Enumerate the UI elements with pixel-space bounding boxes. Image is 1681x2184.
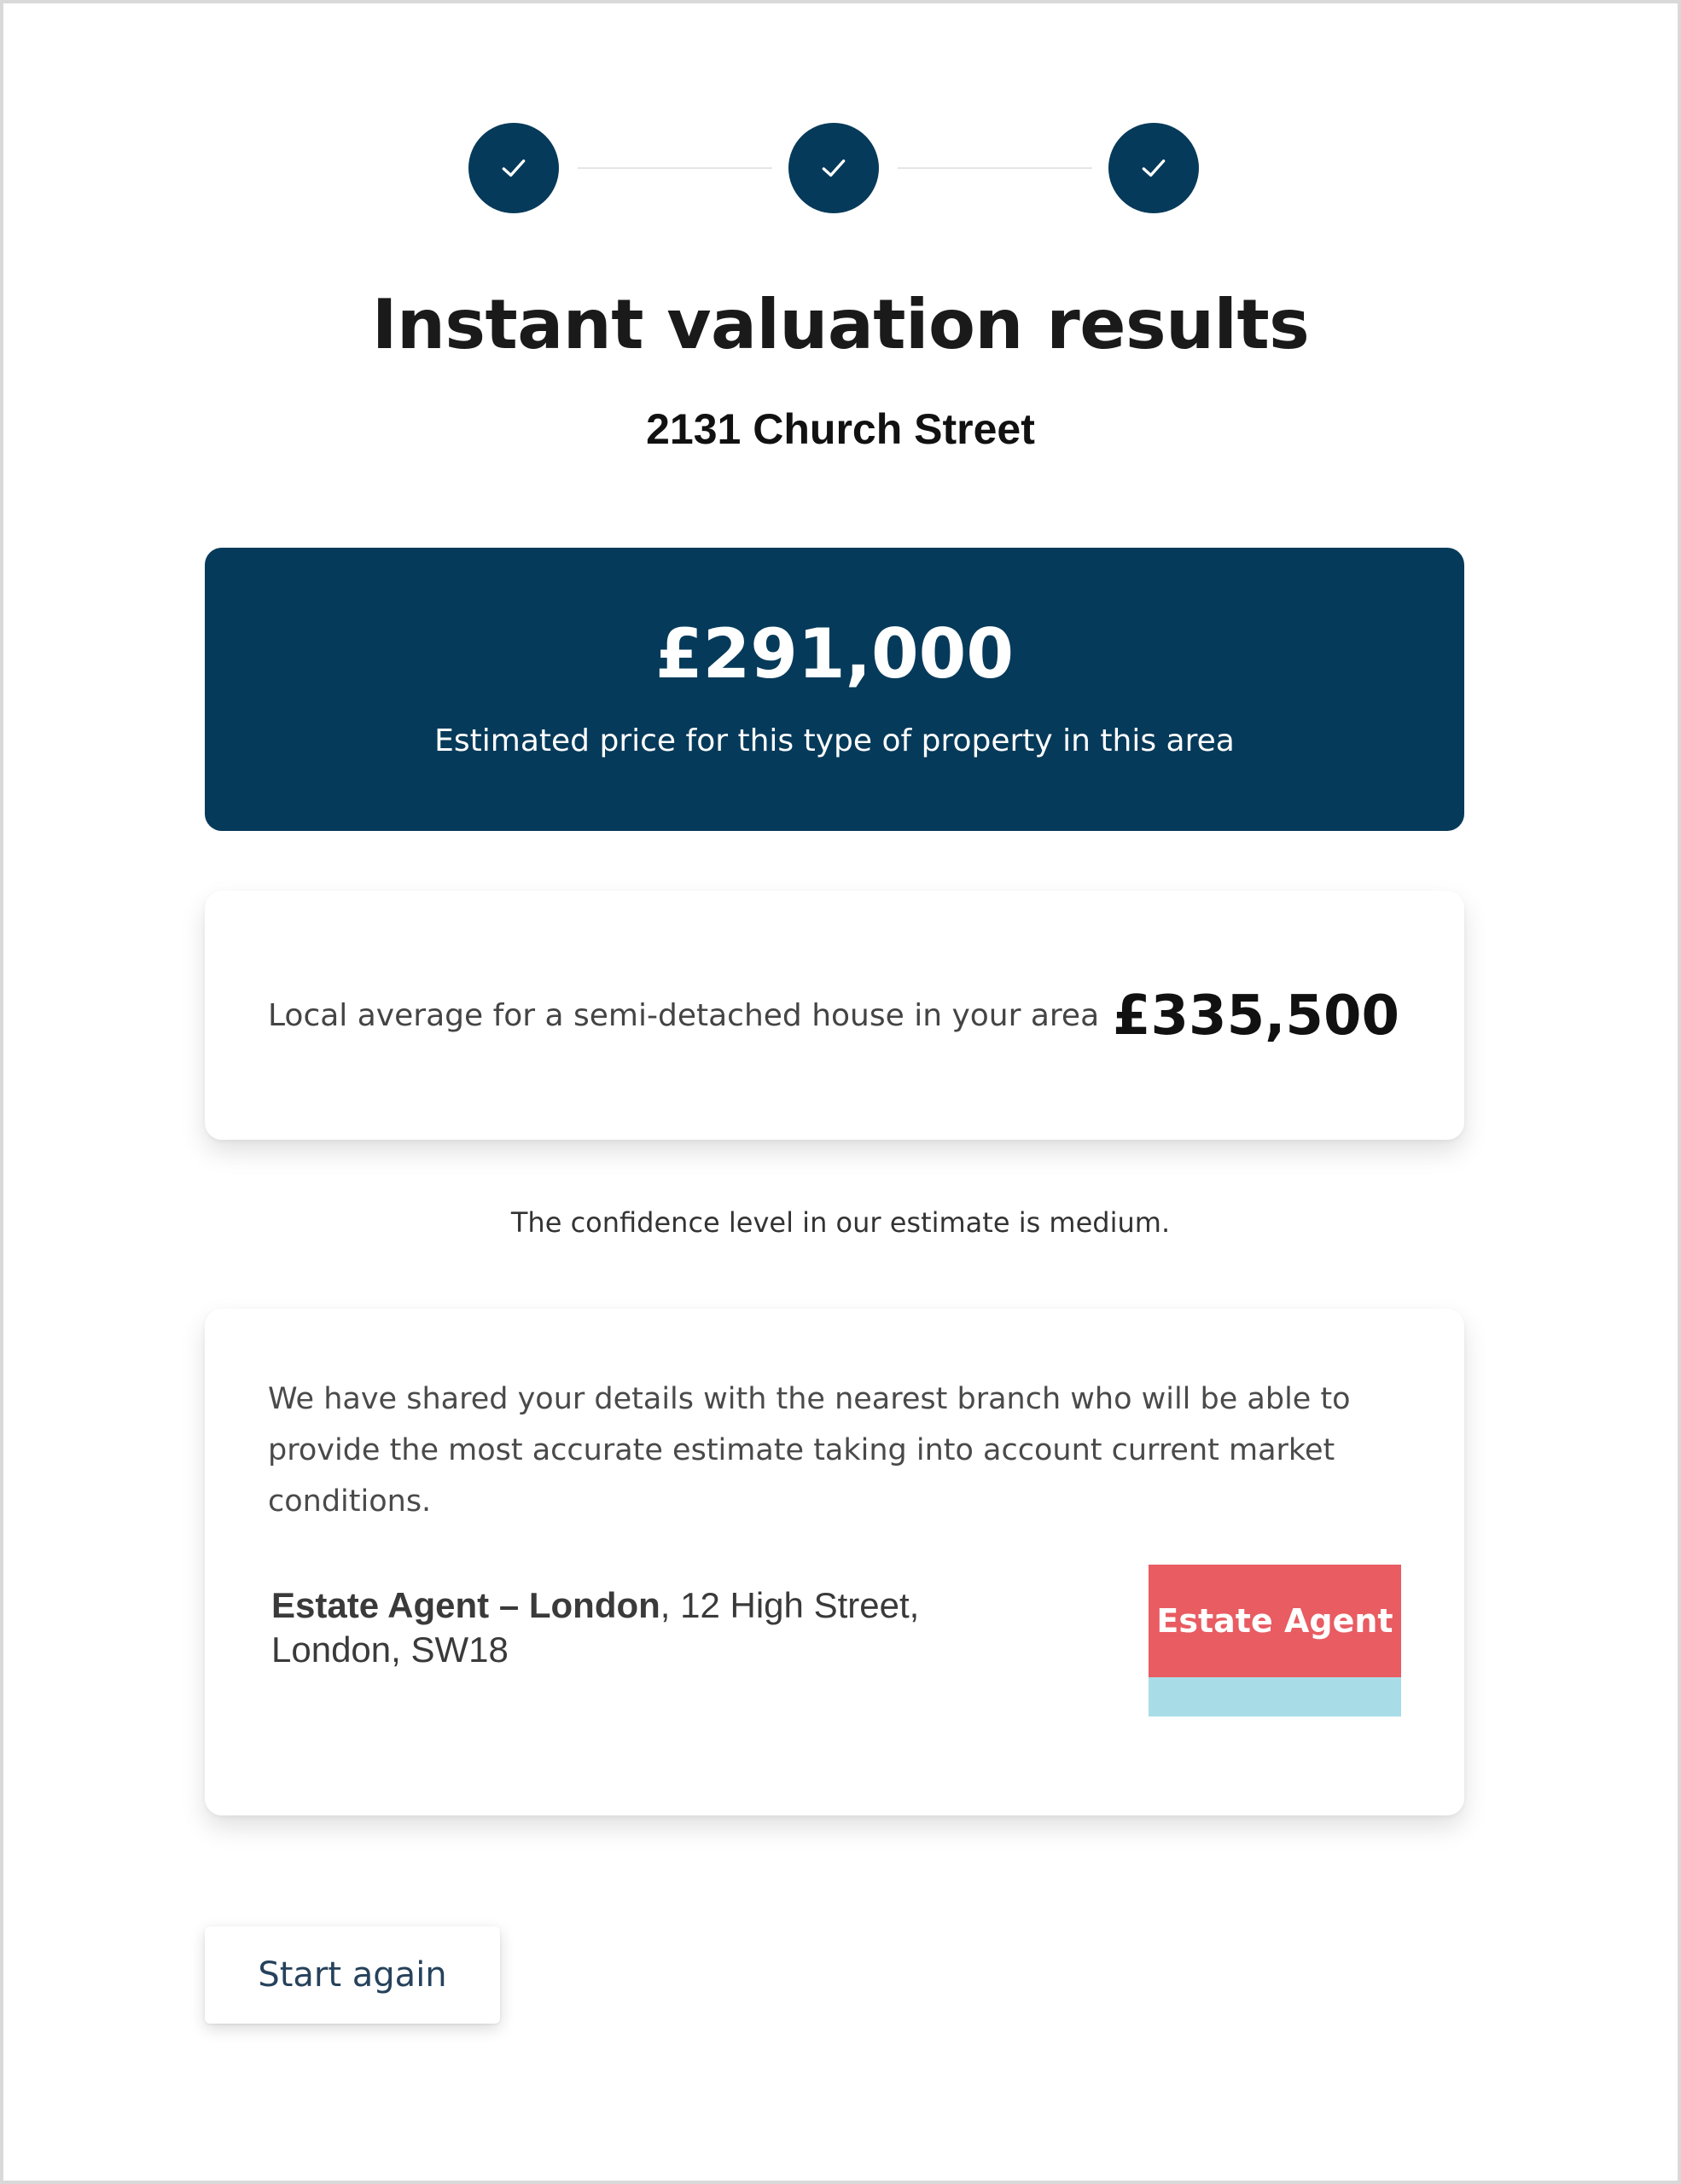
agent-message: We have shared your details with the nea… bbox=[268, 1382, 1351, 1519]
agent-card: We have shared your details with the nea… bbox=[205, 1309, 1464, 1815]
local-average-value: £335,500 bbox=[1112, 985, 1399, 1048]
step-1-complete bbox=[468, 123, 559, 213]
estimated-price-description: Estimated price for this type of propert… bbox=[434, 723, 1235, 758]
agent-logo-stripe bbox=[1149, 1677, 1401, 1716]
local-average-label: Local average for a semi-detached house … bbox=[268, 998, 1100, 1033]
valuation-results-page: Instant valuation results 2131 Church St… bbox=[3, 3, 1678, 2181]
page-title: Instant valuation results bbox=[371, 285, 1310, 364]
agent-logo: Estate Agent bbox=[1149, 1565, 1401, 1716]
step-connector bbox=[578, 167, 772, 169]
step-3-complete bbox=[1108, 123, 1199, 213]
property-address: 2131 Church Street bbox=[646, 405, 1035, 453]
agent-address: Estate Agent – London, 12 High Street, L… bbox=[271, 1583, 1022, 1672]
agent-address-line2: London, SW18 bbox=[271, 1629, 509, 1670]
step-2-complete bbox=[788, 123, 879, 213]
estimated-price: £291,000 bbox=[654, 614, 1015, 694]
start-again-button[interactable]: Start again bbox=[205, 1926, 500, 2024]
local-average-card: Local average for a semi-detached house … bbox=[205, 891, 1464, 1140]
progress-stepper bbox=[468, 123, 1199, 215]
agent-address-line1: , 12 High Street, bbox=[660, 1585, 920, 1625]
check-icon bbox=[1142, 160, 1166, 177]
estimate-card: £291,000 Estimated price for this type o… bbox=[205, 548, 1464, 831]
check-icon bbox=[822, 160, 846, 177]
confidence-text: The confidence level in our estimate is … bbox=[510, 1206, 1171, 1239]
agent-name: Estate Agent – London bbox=[271, 1585, 660, 1625]
check-icon bbox=[502, 160, 526, 177]
step-connector bbox=[898, 167, 1092, 169]
agent-logo-text: Estate Agent bbox=[1149, 1565, 1401, 1677]
